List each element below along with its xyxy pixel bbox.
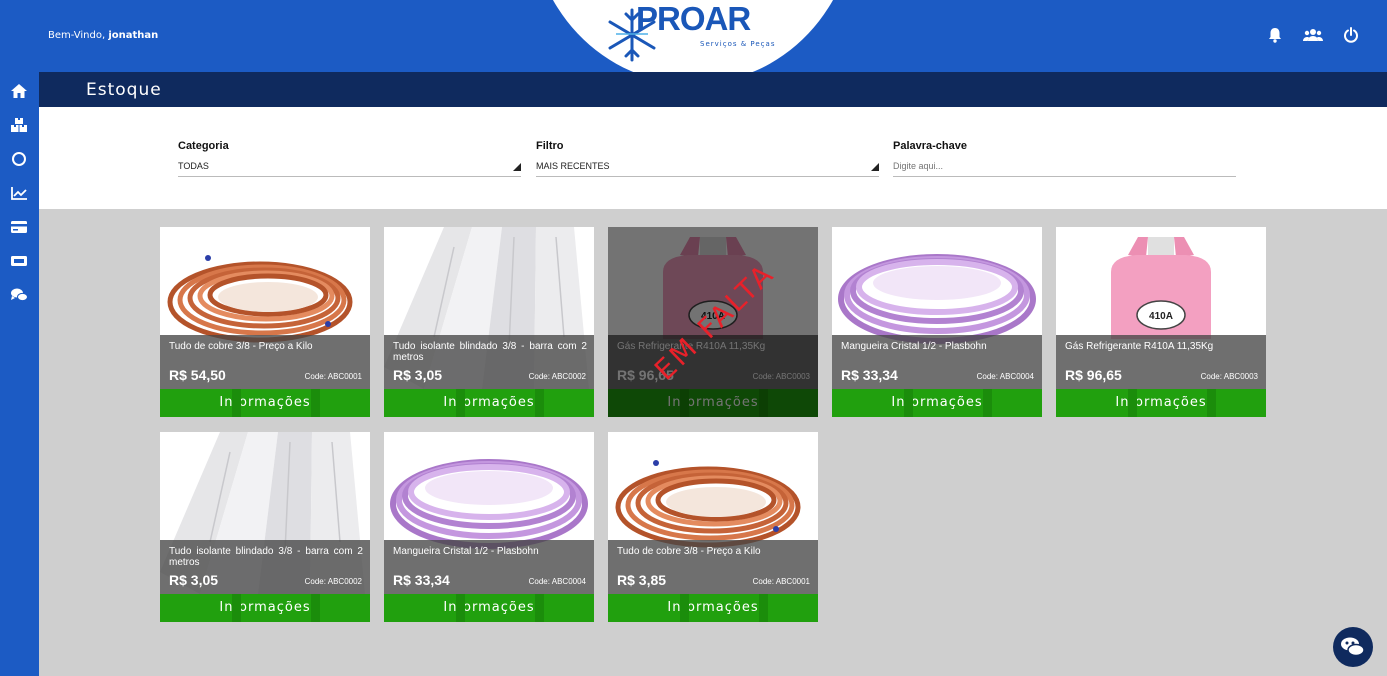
info-button[interactable]: Informações xyxy=(832,389,1042,417)
filtro-field: Filtro MAIS RECENTES xyxy=(536,140,879,177)
palavra-chave-label: Palavra-chave xyxy=(893,140,967,152)
product-price: R$ 3,05 xyxy=(393,367,443,383)
sidebar xyxy=(0,72,39,676)
product-name: Mangueira Cristal 1/2 - Plasbohn xyxy=(841,341,987,352)
categoria-label: Categoria xyxy=(178,140,229,152)
categoria-select[interactable]: TODAS xyxy=(178,161,521,177)
boxes-icon[interactable] xyxy=(10,117,28,133)
product-price: R$ 3,85 xyxy=(617,572,667,588)
info-button[interactable]: Informações xyxy=(160,389,370,417)
product-card[interactable]: 410A Gás Refrigerante R410A 11,35Kg R$ 9… xyxy=(1056,227,1266,417)
top-actions xyxy=(1267,27,1359,43)
card-icon[interactable] xyxy=(10,219,28,235)
categoria-field: Categoria TODAS xyxy=(178,140,521,177)
logo-subtitle: Serviços & Peças xyxy=(700,40,776,48)
filtro-select[interactable]: MAIS RECENTES xyxy=(536,161,879,177)
product-card[interactable]: Tudo isolante blindado 3/8 - barra com 2… xyxy=(384,227,594,417)
chart-icon[interactable] xyxy=(10,185,28,201)
product-price: R$ 33,34 xyxy=(393,572,450,588)
info-button[interactable]: Informações xyxy=(1056,389,1266,417)
logo-text[interactable]: PROAR xyxy=(636,0,751,38)
product-price: R$ 33,34 xyxy=(841,367,898,383)
filter-panel: Categoria TODAS Filtro MAIS RECENTES Pal… xyxy=(39,107,1387,209)
product-name: Tudo isolante blindado 3/8 - barra com 2… xyxy=(169,546,363,568)
product-card[interactable]: 410A Gás Refrigerante R410A 11,35Kg R$ 9… xyxy=(608,227,818,417)
product-price: R$ 3,05 xyxy=(169,572,219,588)
chat-icon[interactable] xyxy=(10,287,28,303)
product-code: Code: ABC0002 xyxy=(304,577,362,586)
product-card[interactable]: Tudo de cobre 3/8 - Preço a Kilo R$ 3,85… xyxy=(608,432,818,622)
product-code: Code: ABC0003 xyxy=(1200,372,1258,381)
product-code: Code: ABC0002 xyxy=(528,372,586,381)
home-icon[interactable] xyxy=(10,83,28,99)
chat-support-button[interactable] xyxy=(1333,627,1373,667)
product-price: R$ 54,50 xyxy=(169,367,226,383)
product-name: Tudo de cobre 3/8 - Preço a Kilo xyxy=(169,341,313,352)
product-code: Code: ABC0001 xyxy=(752,577,810,586)
dropdown-caret-icon xyxy=(871,163,879,171)
info-button[interactable]: Informações xyxy=(608,594,818,622)
product-code: Code: ABC0001 xyxy=(304,372,362,381)
product-price: R$ 96,65 xyxy=(1065,367,1122,383)
power-icon[interactable] xyxy=(1343,27,1359,43)
svg-text:410A: 410A xyxy=(1149,311,1173,322)
product-card[interactable]: Mangueira Cristal 1/2 - Plasbohn R$ 33,3… xyxy=(832,227,1042,417)
info-button[interactable]: Informações xyxy=(384,594,594,622)
info-button[interactable]: Informações xyxy=(384,389,594,417)
filtro-label: Filtro xyxy=(536,140,564,152)
product-name: Mangueira Cristal 1/2 - Plasbohn xyxy=(393,546,539,557)
ticket-icon[interactable] xyxy=(10,253,28,269)
page-title: Estoque xyxy=(86,80,162,100)
bell-icon[interactable] xyxy=(1267,27,1283,43)
info-button[interactable]: Informações xyxy=(160,594,370,622)
dropdown-caret-icon xyxy=(513,163,521,171)
circle-icon[interactable] xyxy=(10,151,28,167)
support-chat-icon xyxy=(1341,637,1365,657)
product-card[interactable]: Tudo isolante blindado 3/8 - barra com 2… xyxy=(160,432,370,622)
filtro-value: MAIS RECENTES xyxy=(536,161,610,171)
users-icon[interactable] xyxy=(1303,27,1323,43)
product-name: Gás Refrigerante R410A 11,35Kg xyxy=(1065,341,1214,352)
user-name: jonathan xyxy=(108,30,159,41)
palavra-chave-field: Palavra-chave xyxy=(893,140,1236,177)
palavra-chave-wrapper xyxy=(893,161,1236,177)
palavra-chave-input[interactable] xyxy=(893,161,1236,171)
categoria-value: TODAS xyxy=(178,161,209,171)
product-card[interactable]: Tudo de cobre 3/8 - Preço a Kilo R$ 54,5… xyxy=(160,227,370,417)
welcome-prefix: Bem-Vindo, xyxy=(48,30,106,41)
welcome-message: Bem-Vindo, jonathan xyxy=(48,30,158,41)
product-card[interactable]: Mangueira Cristal 1/2 - Plasbohn R$ 33,3… xyxy=(384,432,594,622)
product-code: Code: ABC0004 xyxy=(528,577,586,586)
page-header: Estoque xyxy=(39,72,1387,107)
product-code: Code: ABC0004 xyxy=(976,372,1034,381)
product-name: Tudo isolante blindado 3/8 - barra com 2… xyxy=(393,341,587,363)
product-name: Tudo de cobre 3/8 - Preço a Kilo xyxy=(617,546,761,557)
